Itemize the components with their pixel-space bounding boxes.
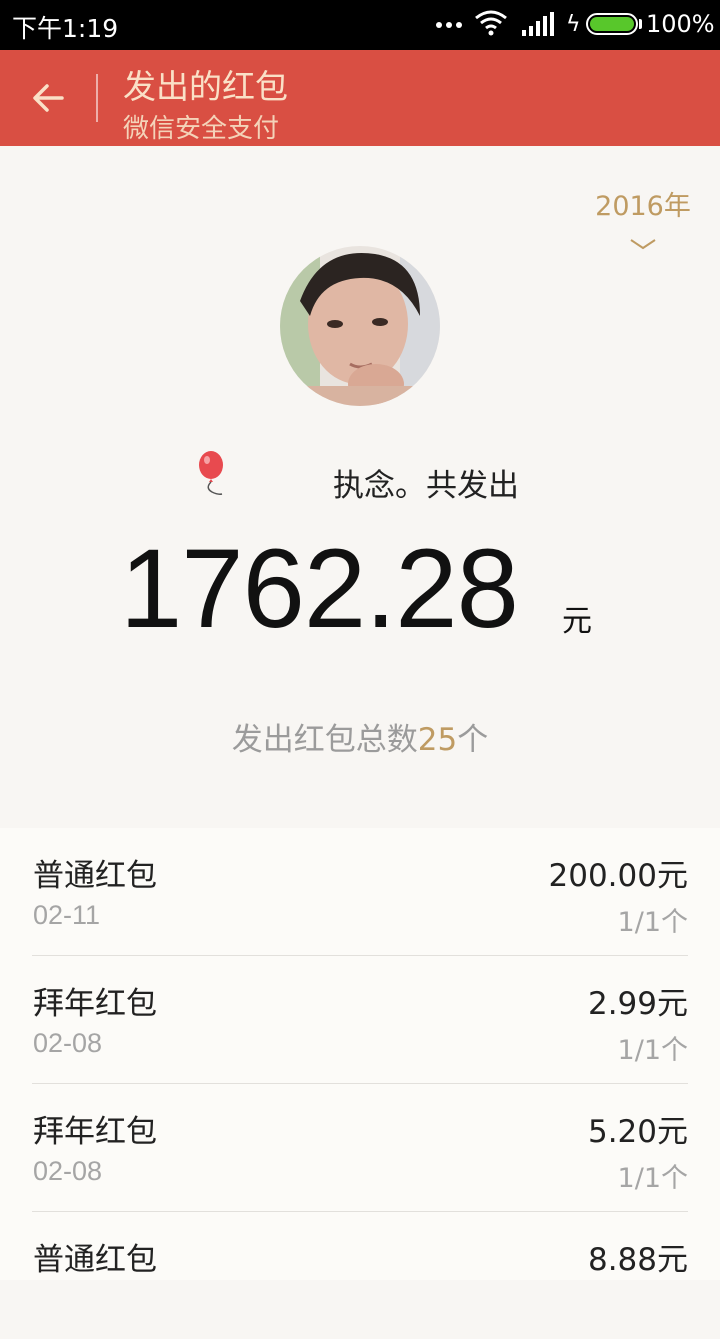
packet-count-detail: 1/1个 <box>617 1163 688 1194</box>
packet-date: 02-08 <box>33 1028 103 1058</box>
packet-type: 拜年红包 <box>33 986 157 1022</box>
total-amount-row: 1762.28 元 <box>0 524 720 654</box>
list-item[interactable]: 普通红包 02-11 200.00元 1/1个 <box>32 828 688 956</box>
count-prefix: 发出红包总数 <box>231 722 418 758</box>
packet-type: 普通红包 <box>33 858 157 894</box>
wifi-icon <box>475 10 507 36</box>
signal-icon <box>522 12 554 36</box>
back-arrow-icon[interactable] <box>28 78 68 118</box>
list-item[interactable]: 拜年红包 02-08 5.20元 1/1个 <box>32 1084 688 1212</box>
sender-summary: 执念。共发出 <box>333 468 519 504</box>
balloon-icon <box>199 451 223 495</box>
count-suffix: 个 <box>457 722 489 758</box>
packet-count-line: 发出红包总数25个 <box>0 714 720 759</box>
packet-amount: 5.20元 <box>587 1114 688 1150</box>
status-bar: 下午1:19 ϟ 100% <box>0 0 720 50</box>
battery-percent: 100% <box>646 10 715 38</box>
packet-type: 普通红包 <box>33 1242 157 1278</box>
packet-count: 25 <box>417 722 458 758</box>
avatar <box>280 246 440 406</box>
year-selector[interactable]: 2016年 <box>588 182 698 258</box>
packet-amount: 2.99元 <box>587 986 688 1022</box>
year-label: 2016年 <box>595 191 691 222</box>
packet-amount: 8.88元 <box>587 1242 688 1278</box>
packet-date: 02-11 <box>33 900 101 930</box>
charging-icon: ϟ <box>566 12 581 37</box>
chevron-down-icon <box>630 239 656 250</box>
packet-list: 普通红包 02-11 200.00元 1/1个 拜年红包 02-08 2.99元… <box>0 828 720 1280</box>
more-dots-icon <box>436 22 462 30</box>
packet-amount: 200.00元 <box>548 858 688 894</box>
packet-count-detail: 1/1个 <box>617 1035 688 1066</box>
list-item[interactable]: 普通红包 8.88元 <box>32 1212 688 1339</box>
header-divider <box>96 74 98 122</box>
amount-unit: 元 <box>562 604 592 639</box>
page-title: 发出的红包 <box>123 67 288 106</box>
page-subtitle: 微信安全支付 <box>123 114 280 144</box>
packet-type: 拜年红包 <box>33 1114 157 1150</box>
total-amount: 1762.28 <box>120 526 519 651</box>
status-time: 下午1:19 <box>12 14 119 43</box>
app-header: 发出的红包 微信安全支付 <box>0 50 720 146</box>
battery-icon <box>586 13 638 35</box>
list-item[interactable]: 拜年红包 02-08 2.99元 1/1个 <box>32 956 688 1084</box>
packet-count-detail: 1/1个 <box>617 907 688 938</box>
packet-date: 02-08 <box>33 1156 103 1186</box>
